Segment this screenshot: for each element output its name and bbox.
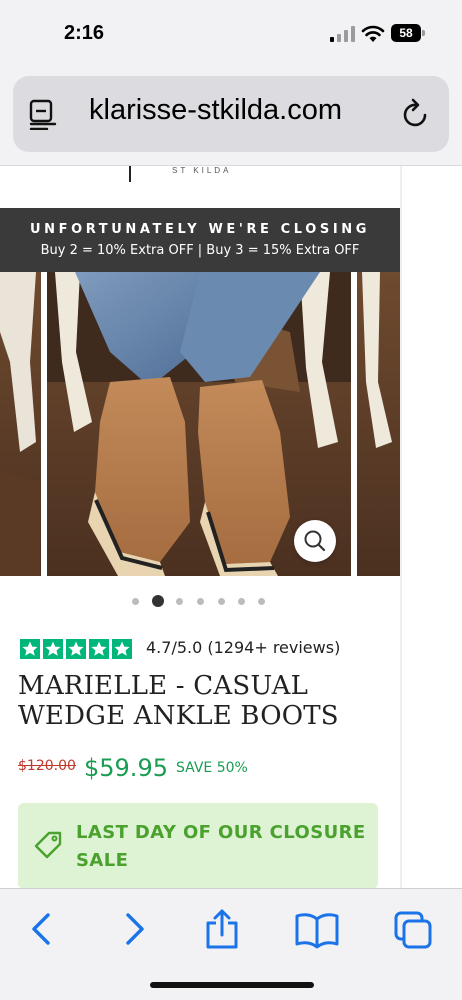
- share-icon[interactable]: [202, 907, 242, 951]
- closure-sale-notice: LAST DAY OF OUR CLOSURE SALE: [18, 803, 378, 888]
- cellular-signal-icon: [330, 26, 355, 42]
- gallery-pagination: [132, 595, 272, 607]
- browser-address-area: klarisse-stkilda.com: [0, 64, 462, 166]
- reader-mode-icon[interactable]: [29, 98, 57, 130]
- star-icon: [43, 639, 63, 659]
- star-icon: [66, 639, 86, 659]
- original-price: $120.00: [18, 758, 76, 774]
- wifi-icon: [361, 25, 385, 42]
- price-tag-icon: [34, 831, 62, 859]
- gallery-dot[interactable]: [197, 598, 204, 605]
- zoom-button[interactable]: [294, 520, 336, 562]
- battery-icon: 58: [391, 24, 425, 42]
- address-bar[interactable]: klarisse-stkilda.com: [13, 76, 449, 152]
- home-indicator: [150, 982, 314, 988]
- site-logo-text: ST KILDA: [172, 166, 232, 175]
- banner-headline: UNFORTUNATELY WE'RE CLOSING: [29, 222, 371, 237]
- bookmarks-icon[interactable]: [294, 907, 340, 951]
- star-icon: [89, 639, 109, 659]
- star-icon: [112, 639, 132, 659]
- back-icon[interactable]: [22, 907, 62, 951]
- gallery-dot[interactable]: [132, 598, 139, 605]
- tabs-icon[interactable]: [392, 907, 436, 951]
- product-title: MARIELLE - CASUAL WEDGE ANKLE BOOTS: [18, 671, 339, 731]
- product-image-gallery[interactable]: [0, 272, 400, 576]
- rating-text[interactable]: 4.7/5.0 (1294+ reviews): [146, 638, 340, 657]
- logo-mark: [129, 166, 131, 182]
- gallery-dot[interactable]: [176, 598, 183, 605]
- star-icon: [20, 639, 40, 659]
- magnifier-icon: [304, 530, 326, 552]
- url-text[interactable]: klarisse-stkilda.com: [89, 94, 342, 127]
- save-badge: SAVE 50%: [176, 760, 248, 776]
- gallery-dot[interactable]: [218, 598, 225, 605]
- announcement-banner: UNFORTUNATELY WE'RE CLOSING Buy 2 = 10% …: [0, 208, 400, 272]
- gallery-dot[interactable]: [258, 598, 265, 605]
- battery-level: 58: [391, 24, 421, 42]
- forward-icon[interactable]: [114, 907, 154, 951]
- status-time: 2:16: [64, 22, 105, 44]
- banner-offer: Buy 2 = 10% Extra OFF | Buy 3 = 15% Extr…: [40, 243, 360, 258]
- promo-text: LAST DAY OF OUR CLOSURE SALE: [76, 822, 366, 871]
- status-bar: 2:16 58: [0, 0, 462, 64]
- gallery-dot-active[interactable]: [152, 595, 164, 607]
- sale-price: $59.95: [84, 754, 168, 782]
- trustpilot-stars: [20, 639, 134, 659]
- web-page: ST KILDA UNFORTUNATELY WE'RE CLOSING Buy…: [0, 166, 462, 888]
- browser-toolbar: [0, 888, 462, 1000]
- reload-icon[interactable]: [401, 98, 431, 130]
- gallery-dot[interactable]: [238, 598, 245, 605]
